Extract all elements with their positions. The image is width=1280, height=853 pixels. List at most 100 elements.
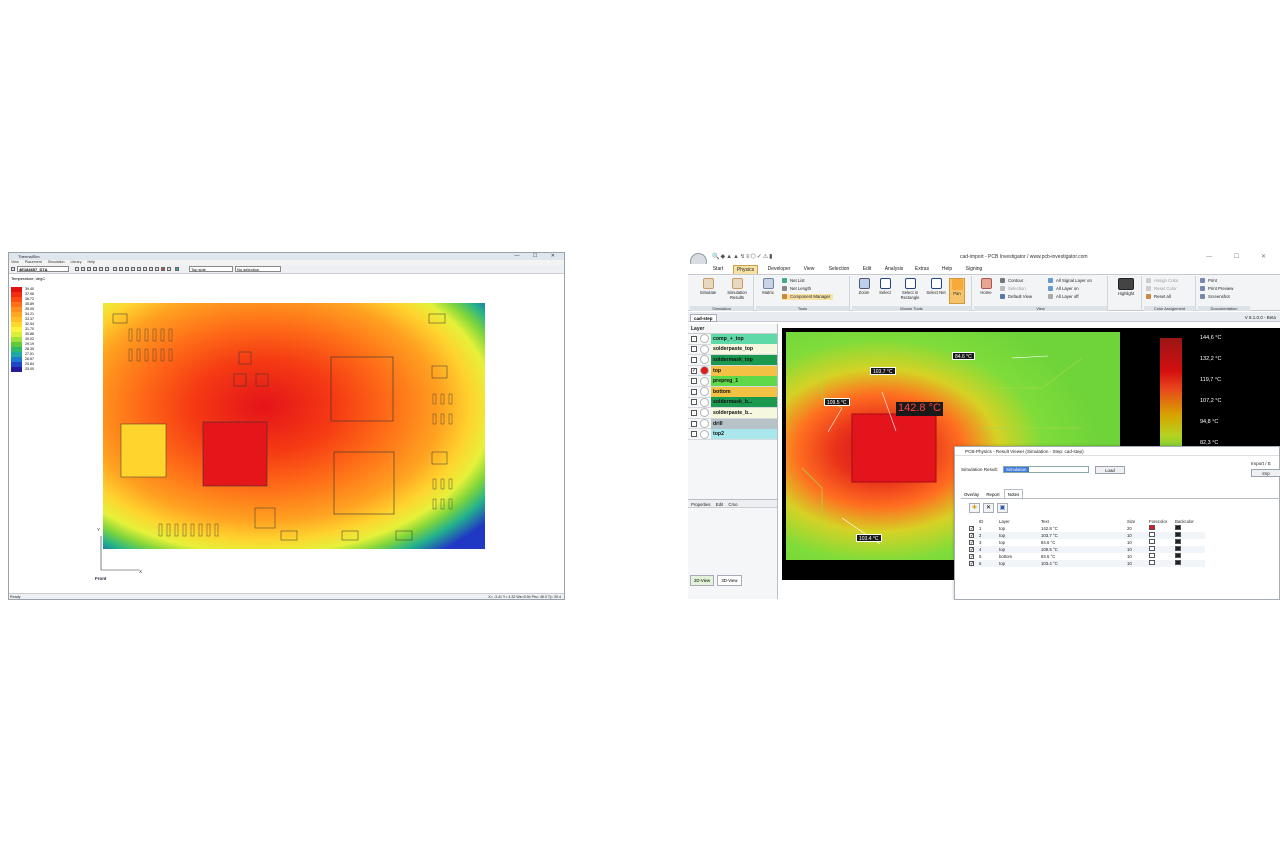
table-row[interactable]: ✓ 1 top 142.8 °C 20	[969, 525, 1205, 532]
chip-icon[interactable]	[131, 267, 135, 271]
doc-tab-cad-step[interactable]: cad-step	[690, 314, 717, 322]
menu-view[interactable]: View	[11, 260, 19, 264]
select-button[interactable]: Select	[875, 278, 895, 295]
layer-row[interactable]: soldermask_top	[688, 354, 777, 366]
menu-simulation[interactable]: Simulation	[48, 260, 65, 264]
refresh-icon[interactable]	[99, 267, 103, 271]
forecolor-swatch[interactable]	[1149, 553, 1155, 559]
checkbox[interactable]: ✓	[969, 532, 974, 538]
layer-row[interactable]: top2	[688, 429, 777, 440]
layer-checkbox[interactable]	[691, 378, 697, 385]
tab-properties[interactable]: Properties	[691, 502, 711, 507]
matrix-button[interactable]: Matrix	[758, 278, 778, 295]
simulation-results-button[interactable]: Simulation Results	[723, 278, 751, 300]
zoom-button[interactable]: Zoom	[854, 278, 874, 295]
checkbox[interactable]: ✓	[969, 539, 974, 545]
layer-color-dot[interactable]	[700, 344, 709, 354]
layer-row[interactable]: solderpaste_top	[688, 344, 777, 356]
tab-selection[interactable]: Selection	[824, 265, 854, 274]
tab-extras[interactable]: Extras	[911, 265, 933, 274]
frame-icon[interactable]	[119, 267, 123, 271]
print-button[interactable]: Print	[1200, 278, 1217, 284]
selection-select[interactable]: No selection	[235, 266, 281, 272]
zoom-icon[interactable]	[87, 267, 91, 271]
tab-signing[interactable]: Signing	[960, 265, 988, 274]
export-icon[interactable]	[155, 267, 159, 271]
add-note-icon[interactable]: ✚	[969, 503, 980, 513]
tab-physics[interactable]: Physics	[733, 265, 758, 274]
forecolor-swatch[interactable]	[1149, 539, 1155, 545]
layer-checkbox[interactable]	[691, 388, 697, 395]
checkbox[interactable]: ✓	[969, 553, 974, 559]
net-length-button[interactable]: Net Length	[782, 286, 811, 292]
tab-developer[interactable]: Developer	[762, 265, 796, 274]
layer-checkbox[interactable]	[691, 399, 697, 406]
cell-forecolor[interactable]	[1149, 532, 1175, 539]
thermal-canvas[interactable]: Temperature, degC 39.40 37.96 36.72 35.89 35…	[9, 274, 564, 592]
reset-all-button[interactable]: Reset all	[1146, 294, 1171, 300]
cell-forecolor[interactable]	[1149, 560, 1175, 567]
backcolor-swatch[interactable]	[1175, 532, 1181, 538]
net-list-button[interactable]: Net List	[782, 278, 805, 284]
tab-analysis[interactable]: Analysis	[880, 265, 908, 274]
save-icon[interactable]	[11, 267, 15, 271]
layer-color-dot[interactable]	[700, 387, 709, 397]
table-row[interactable]: ✓ 6 top 103.4 °C 10	[969, 560, 1205, 568]
cell-backcolor[interactable]	[1175, 560, 1205, 567]
select-icon[interactable]	[81, 267, 85, 271]
load-button[interactable]: Load	[1095, 466, 1125, 474]
component-manager-button[interactable]: Component Manager	[782, 294, 834, 300]
forecolor-swatch[interactable]	[1149, 525, 1155, 531]
print-preview-button[interactable]: Print Preview	[1200, 286, 1233, 292]
layer-color-dot[interactable]	[700, 429, 709, 439]
checkbox[interactable]: ✓	[969, 560, 974, 566]
tab-3d-view[interactable]: 3D-View	[717, 575, 742, 586]
table-icon[interactable]	[143, 267, 147, 271]
select-net-button[interactable]: Select Net	[925, 278, 947, 295]
cell-backcolor[interactable]	[1175, 539, 1205, 546]
import-button[interactable]: Imp	[1251, 469, 1280, 477]
layer-row[interactable]: ✓ top	[688, 365, 777, 377]
cell-backcolor[interactable]	[1175, 546, 1205, 553]
cell-backcolor[interactable]	[1175, 525, 1205, 532]
info-icon[interactable]	[167, 267, 171, 271]
tab-edit[interactable]: Edit	[857, 265, 877, 274]
run-icon[interactable]	[175, 267, 179, 271]
layer-row[interactable]: comp_+_top	[688, 333, 777, 345]
tab-2d-view[interactable]: 2D-View	[690, 575, 715, 586]
table-row[interactable]: ✓ 3 top 84.6 °C 10	[969, 539, 1205, 546]
cell-backcolor[interactable]	[1175, 532, 1205, 539]
simulation-result-select[interactable]: Simulation	[1003, 466, 1089, 473]
layer-checkbox[interactable]	[691, 335, 697, 342]
calc-icon[interactable]	[149, 267, 153, 271]
cell-backcolor[interactable]	[1175, 553, 1205, 560]
backcolor-swatch[interactable]	[1175, 539, 1181, 545]
layer-color-dot[interactable]	[700, 355, 709, 365]
menu-placement[interactable]: Placement	[25, 260, 42, 264]
delete-note-icon[interactable]: ✕	[983, 503, 994, 513]
home-button[interactable]: Home	[976, 278, 996, 295]
tab-help[interactable]: Help	[937, 265, 957, 274]
temperature-callout[interactable]: 103.7 °C	[870, 367, 896, 375]
layer-checkbox[interactable]	[691, 431, 697, 438]
menu-help[interactable]: Help	[88, 260, 95, 264]
temperature-callout[interactable]: 109.5 °C	[824, 398, 850, 406]
layer-checkbox[interactable]: ✓	[691, 367, 697, 374]
layer-checkbox[interactable]	[691, 346, 697, 353]
layer-color-dot[interactable]	[700, 397, 709, 407]
checkbox[interactable]: ✓	[969, 546, 974, 552]
tab-edit-panel[interactable]: Edit	[716, 502, 723, 507]
layer-row[interactable]: soldermask_b...	[688, 397, 777, 409]
layer-row[interactable]: prepreg_1	[688, 376, 777, 387]
tab-start[interactable]: Start	[706, 265, 730, 274]
highlight-button[interactable]: Highlight	[1114, 278, 1138, 296]
checkbox[interactable]: ✓	[969, 525, 974, 531]
all-layer-on-button[interactable]: All Layer on	[1048, 286, 1079, 292]
default-view-button[interactable]: Default View	[1000, 294, 1032, 300]
cell-forecolor[interactable]	[1149, 546, 1175, 553]
side-select[interactable]: Top side	[189, 266, 233, 272]
row-checkbox[interactable]: ✓	[969, 546, 979, 553]
all-signal-layer-on-button[interactable]: All Signal Layer on	[1048, 278, 1092, 284]
window-controls[interactable]: — ☐ ✕	[515, 253, 561, 260]
selection-button[interactable]: Selection	[1000, 286, 1026, 292]
